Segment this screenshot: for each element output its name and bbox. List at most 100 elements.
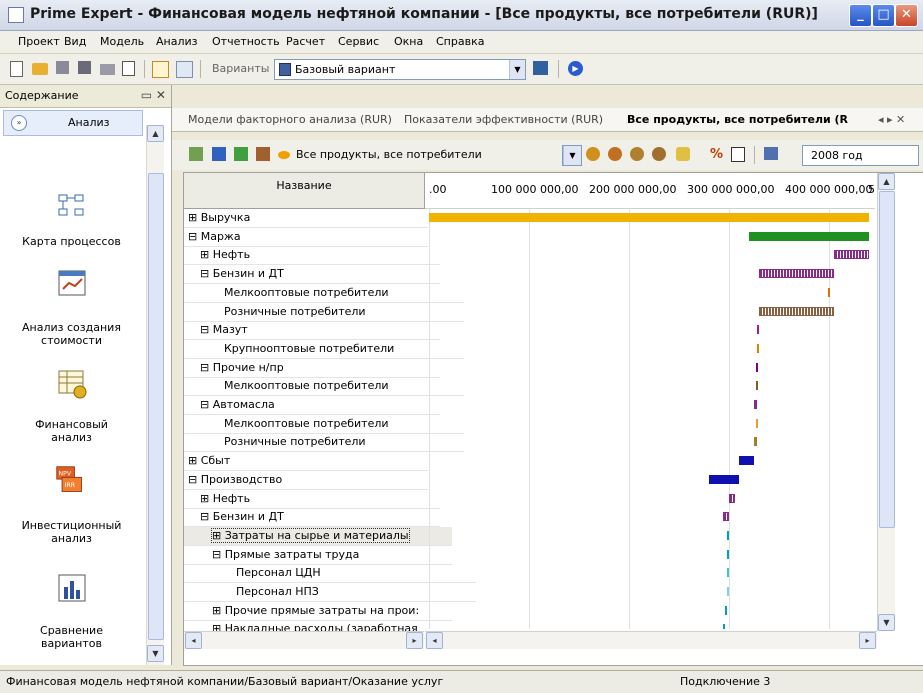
menu-item-reports[interactable]: Отчетность: [212, 35, 280, 48]
chart-bar[interactable]: [759, 269, 834, 279]
run-icon[interactable]: ▶: [568, 61, 583, 76]
chart-bar[interactable]: [756, 362, 758, 372]
menu-item-model[interactable]: Модель: [100, 35, 144, 48]
investment-analysis-icon[interactable]: NPV IRR: [55, 465, 85, 495]
chart-bar[interactable]: [756, 381, 758, 391]
group-icon[interactable]: [608, 147, 622, 161]
table-row[interactable]: ⊟ Маржа: [184, 228, 428, 247]
process-map-icon[interactable]: [57, 193, 87, 223]
minimize-button[interactable]: _: [849, 4, 872, 27]
maximize-button[interactable]: □: [872, 4, 895, 27]
currency-icon[interactable]: [676, 147, 690, 161]
variant-select[interactable]: Базовый вариант ▼: [274, 59, 526, 80]
table-row[interactable]: ⊞ Выручка: [184, 209, 428, 228]
chart-bar[interactable]: [727, 530, 729, 540]
chart-bar[interactable]: [754, 437, 757, 447]
scroll-down-icon[interactable]: ▼: [878, 614, 895, 631]
chart-bar[interactable]: [723, 512, 729, 522]
table-row[interactable]: ⊞ Нефть: [184, 490, 440, 509]
chart-bar[interactable]: [756, 418, 758, 428]
scroll-thumb[interactable]: [148, 173, 164, 640]
year-select[interactable]: 2008 год: [802, 145, 919, 166]
menu-item-analysis[interactable]: Анализ: [156, 35, 198, 48]
nav-label-investment-2[interactable]: анализ: [0, 532, 143, 545]
table-row[interactable]: ⊟ Прямые затраты труда: [184, 546, 452, 565]
chevron-down-icon[interactable]: ▼: [509, 60, 525, 79]
tab-navigation[interactable]: ◂ ▸ ✕: [878, 113, 905, 126]
save-icon[interactable]: [56, 61, 69, 74]
scroll-left-icon[interactable]: ◂: [426, 632, 443, 649]
chart-bar[interactable]: [729, 493, 735, 503]
print-icon[interactable]: [100, 64, 115, 75]
chart-bar[interactable]: [727, 549, 729, 559]
table-row[interactable]: ⊟ Производство: [184, 471, 428, 490]
scroll-thumb[interactable]: [879, 191, 895, 528]
table-row[interactable]: ⊟ Автомасла: [184, 396, 440, 415]
scroll-right-icon[interactable]: ▸: [859, 632, 876, 649]
compare-variants-icon[interactable]: [57, 573, 87, 603]
scroll-left-icon[interactable]: ◂: [185, 632, 202, 649]
menu-item-windows[interactable]: Окна: [394, 35, 423, 48]
menu-item-service[interactable]: Сервис: [338, 35, 379, 48]
chart-bar[interactable]: [828, 287, 830, 297]
nav-label-compare-2[interactable]: вариантов: [0, 637, 143, 650]
scope-dropdown[interactable]: ▼: [562, 145, 582, 166]
columns-icon[interactable]: [764, 147, 778, 160]
table-chart-icon[interactable]: [256, 147, 270, 161]
menu-item-help[interactable]: Справка: [436, 35, 484, 48]
analysis-group-button[interactable]: » Анализ: [3, 110, 143, 136]
nav-label-value-creation-1[interactable]: Анализ создания: [0, 321, 143, 334]
nav-label-value-creation-2[interactable]: стоимости: [0, 334, 143, 347]
chart-bar[interactable]: [429, 213, 869, 222]
grid-view-icon[interactable]: [176, 61, 193, 78]
nav-label-financial-1[interactable]: Финансовый: [0, 418, 143, 431]
percent-button[interactable]: %: [710, 147, 723, 162]
layout-icon[interactable]: [152, 61, 169, 78]
tab-all-products[interactable]: Все продукты, все потребители (R: [627, 113, 848, 126]
scroll-up-icon[interactable]: ▲: [147, 125, 164, 142]
chevron-down-icon[interactable]: ▼: [563, 146, 581, 165]
table-row[interactable]: Мелкооптовые потребители: [184, 377, 464, 397]
left-scrollbar[interactable]: ▲ ▼: [146, 125, 164, 665]
nav-label-investment-1[interactable]: Инвестиционный: [0, 519, 143, 532]
value-creation-icon[interactable]: [57, 269, 87, 299]
chart-bar[interactable]: [759, 306, 834, 316]
nav-label-financial-2[interactable]: анализ: [0, 431, 143, 444]
aggregate-icon[interactable]: [630, 147, 644, 161]
table-row[interactable]: Мелкооптовые потребители: [184, 284, 464, 303]
chart-bar[interactable]: [725, 605, 727, 615]
name-column-header[interactable]: Название: [184, 173, 425, 209]
chart-bar[interactable]: [757, 325, 759, 335]
chart-bar[interactable]: [723, 624, 725, 629]
collapse-icon[interactable]: »: [11, 115, 27, 131]
line-chart-icon[interactable]: [212, 147, 226, 161]
nav-label-compare-1[interactable]: Сравнение: [0, 624, 143, 637]
scroll-down-icon[interactable]: ▼: [147, 645, 164, 662]
close-button[interactable]: ✕: [895, 4, 918, 27]
tab-factor-models[interactable]: Модели факторного анализа (RUR): [188, 113, 392, 126]
grid-vertical-scrollbar[interactable]: ▲ ▼: [877, 173, 895, 631]
financial-analysis-icon[interactable]: [57, 369, 87, 399]
chart-bar[interactable]: [757, 343, 759, 353]
names-horizontal-scrollbar[interactable]: ◂ ▸: [184, 631, 424, 649]
scroll-right-icon[interactable]: ▸: [406, 632, 423, 649]
table-row[interactable]: ⊞ Сбыт: [184, 452, 428, 472]
format-icon[interactable]: [731, 147, 745, 162]
menu-item-project[interactable]: Проект: [18, 35, 60, 48]
variant-manage-icon[interactable]: [533, 61, 548, 75]
panel-controls[interactable]: ▭ ✕: [141, 88, 166, 102]
chart-bar[interactable]: [709, 474, 739, 484]
chart-bar[interactable]: [727, 568, 729, 578]
table-row[interactable]: Розничные потребители: [184, 433, 464, 453]
nav-label-process-map[interactable]: Карта процессов: [0, 235, 143, 248]
table-row[interactable]: ⊞ Прочие прямые затраты на прои:: [184, 602, 452, 621]
print-preview-icon[interactable]: [122, 61, 135, 76]
open-folder-icon[interactable]: [32, 63, 48, 75]
compare-icon[interactable]: [652, 147, 666, 161]
chart-bar[interactable]: [749, 231, 869, 241]
bar-chart-icon[interactable]: [234, 147, 248, 161]
chart-horizontal-scrollbar[interactable]: ◂ ▸: [425, 631, 877, 649]
table-row[interactable]: ⊞ Нефть: [184, 246, 440, 266]
chart-bar[interactable]: [754, 400, 757, 409]
menu-item-view[interactable]: Вид: [64, 35, 86, 48]
